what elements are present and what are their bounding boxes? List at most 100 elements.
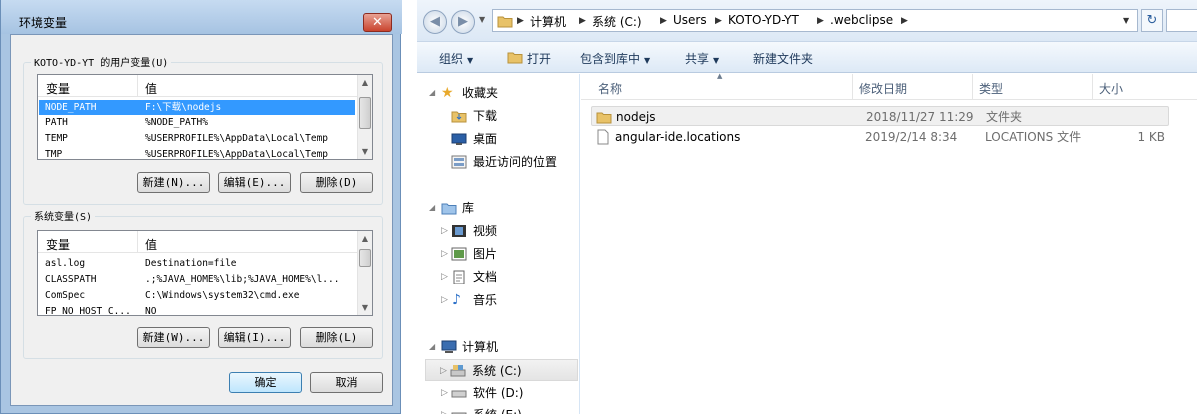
- include-in-library-menu[interactable]: 包含到库中 ▼: [580, 50, 650, 67]
- var-name: ComSpec: [45, 290, 86, 301]
- open-label: 打开: [527, 52, 552, 66]
- system-var-row[interactable]: ComSpec C:\Windows\system32\cmd.exe: [39, 288, 355, 303]
- user-vars-scrollbar[interactable]: ▲ ▼: [357, 75, 372, 159]
- separator-icon[interactable]: ▶: [579, 16, 586, 26]
- column-type[interactable]: 类型: [979, 80, 1003, 97]
- scroll-thumb[interactable]: [359, 97, 371, 129]
- expand-arrow-icon[interactable]: ▷: [441, 266, 448, 288]
- user-delete-button[interactable]: 删除(D): [300, 172, 373, 193]
- file-row[interactable]: nodejs 2018/11/27 11:29 文件夹: [591, 106, 1169, 126]
- breadcrumb-item[interactable]: .webclipse: [830, 13, 893, 27]
- var-value: F:\下载\nodejs: [145, 102, 222, 113]
- file-modified: 2018/11/27 11:29: [866, 110, 974, 124]
- expand-arrow-icon[interactable]: ▷: [441, 220, 448, 242]
- back-button[interactable]: ◀: [423, 10, 447, 34]
- separator-icon[interactable]: ▶: [517, 16, 524, 26]
- forward-button[interactable]: ▶: [451, 10, 475, 34]
- expand-arrow-icon[interactable]: ▷: [441, 404, 448, 414]
- system-new-button[interactable]: 新建(W)...: [137, 327, 210, 348]
- system-vars-scrollbar[interactable]: ▲ ▼: [357, 231, 372, 315]
- expand-arrow-icon[interactable]: ▷: [440, 360, 447, 382]
- user-new-button[interactable]: 新建(N)...: [137, 172, 210, 193]
- cancel-button[interactable]: 取消: [310, 372, 383, 393]
- column-divider[interactable]: [1092, 74, 1093, 100]
- nav-pictures[interactable]: ▷ 图片: [427, 243, 577, 265]
- separator-icon[interactable]: ▶: [715, 16, 722, 26]
- scroll-up-icon[interactable]: ▲: [358, 231, 372, 246]
- col-var-header[interactable]: 变量: [46, 80, 70, 97]
- nav-music[interactable]: ▷ ♪ 音乐: [427, 289, 577, 311]
- nav-desktop[interactable]: 桌面: [427, 128, 577, 150]
- close-button[interactable]: ✕: [363, 13, 392, 32]
- expand-arrow-icon[interactable]: ▷: [441, 289, 448, 311]
- user-var-row[interactable]: TMP %USERPROFILE%\AppData\Local\Temp: [39, 147, 355, 159]
- scroll-down-icon[interactable]: ▼: [358, 300, 372, 315]
- nav-recent[interactable]: 最近访问的位置: [427, 151, 577, 173]
- nav-computer[interactable]: ◢ 计算机: [427, 336, 577, 358]
- var-name: PATH: [45, 117, 68, 128]
- expand-arrow-icon[interactable]: ▷: [441, 382, 448, 404]
- nav-e-drive[interactable]: ▷ 系统 (E:): [427, 404, 577, 414]
- system-var-row[interactable]: FP_NO_HOST_C... NO: [39, 304, 355, 316]
- system-delete-button[interactable]: 删除(L): [300, 327, 373, 348]
- column-name[interactable]: 名称: [598, 80, 622, 97]
- col-val-header[interactable]: 值: [145, 236, 157, 253]
- column-divider[interactable]: [852, 74, 853, 100]
- expand-arrow-icon[interactable]: ◢: [429, 82, 435, 104]
- system-var-row[interactable]: CLASSPATH .;%JAVA_HOME%\lib;%JAVA_HOME%\…: [39, 272, 355, 287]
- desktop-icon: [451, 133, 467, 145]
- system-var-row[interactable]: asl.log Destination=file: [39, 256, 355, 271]
- column-modified[interactable]: 修改日期: [859, 80, 907, 97]
- breadcrumb-item[interactable]: KOTO-YD-YT: [728, 13, 799, 27]
- share-menu[interactable]: 共享 ▼: [685, 50, 719, 67]
- nav-documents[interactable]: ▷ 文档: [427, 266, 577, 288]
- expand-arrow-icon[interactable]: ▷: [441, 243, 448, 265]
- music-icon: ♪: [452, 292, 461, 308]
- recent-pages-icon[interactable]: ▼: [479, 15, 485, 24]
- separator-icon[interactable]: ▶: [817, 16, 824, 26]
- pictures-icon: [451, 247, 467, 261]
- user-var-row[interactable]: PATH %NODE_PATH%: [39, 115, 355, 130]
- var-name: FP_NO_HOST_C...: [45, 306, 131, 316]
- column-size[interactable]: 大小: [1099, 80, 1123, 97]
- file-row[interactable]: angular-ide.locations 2019/2/14 8:34 LOC…: [591, 127, 1169, 147]
- ok-button[interactable]: 确定: [229, 372, 302, 393]
- organize-menu[interactable]: 组织 ▼: [439, 50, 473, 67]
- expand-arrow-icon[interactable]: ◢: [429, 336, 435, 358]
- scroll-thumb[interactable]: [359, 249, 371, 267]
- user-var-row[interactable]: NODE_PATH F:\下载\nodejs: [39, 100, 355, 115]
- system-vars-header: 变量 值: [38, 231, 372, 253]
- search-input[interactable]: [1166, 9, 1197, 32]
- nav-downloads[interactable]: 下载: [427, 105, 577, 127]
- nav-libraries[interactable]: ◢ 库: [427, 197, 577, 219]
- nav-favorites[interactable]: ◢ ★ 收藏夹: [427, 82, 577, 104]
- recent-places-icon: [451, 155, 467, 169]
- scroll-down-icon[interactable]: ▼: [358, 144, 372, 159]
- user-var-row[interactable]: TEMP %USERPROFILE%\AppData\Local\Temp: [39, 131, 355, 146]
- address-dropdown-icon[interactable]: ▼: [1123, 16, 1129, 25]
- system-vars-list[interactable]: 变量 值 asl.log Destination=file CLASSPATH …: [37, 230, 373, 316]
- breadcrumb-item[interactable]: 系统 (C:): [592, 13, 642, 30]
- breadcrumb-item[interactable]: 计算机: [530, 13, 566, 30]
- nav-label: 音乐: [473, 293, 498, 307]
- user-vars-list[interactable]: 变量 值 NODE_PATH F:\下载\nodejs PATH %NODE_P…: [37, 74, 373, 160]
- nav-d-drive[interactable]: ▷ 软件 (D:): [427, 382, 577, 404]
- scroll-up-icon[interactable]: ▲: [358, 75, 372, 90]
- nav-videos[interactable]: ▷ 视频: [427, 220, 577, 242]
- col-val-header[interactable]: 值: [145, 80, 157, 97]
- address-bar[interactable]: ▶ 计算机 ▶ 系统 (C:) ▶ Users ▶ KOTO-YD-YT ▶ .…: [492, 9, 1138, 32]
- separator-icon[interactable]: ▶: [660, 16, 667, 26]
- user-edit-button[interactable]: 编辑(E)...: [218, 172, 291, 193]
- open-button[interactable]: 打开: [507, 50, 551, 67]
- new-folder-button[interactable]: 新建文件夹: [753, 50, 813, 67]
- sort-indicator-icon: ▲: [717, 72, 723, 80]
- dialog-titlebar[interactable]: 环境变量 ✕: [1, 0, 402, 34]
- breadcrumb-item[interactable]: Users: [673, 13, 707, 27]
- col-var-header[interactable]: 变量: [46, 236, 70, 253]
- refresh-button[interactable]: ↻: [1141, 9, 1163, 32]
- nav-c-drive[interactable]: ▷ 系统 (C:): [425, 359, 578, 381]
- expand-arrow-icon[interactable]: ◢: [429, 197, 435, 219]
- separator-icon[interactable]: ▶: [901, 16, 908, 26]
- column-divider[interactable]: [972, 74, 973, 100]
- system-edit-button[interactable]: 编辑(I)...: [218, 327, 291, 348]
